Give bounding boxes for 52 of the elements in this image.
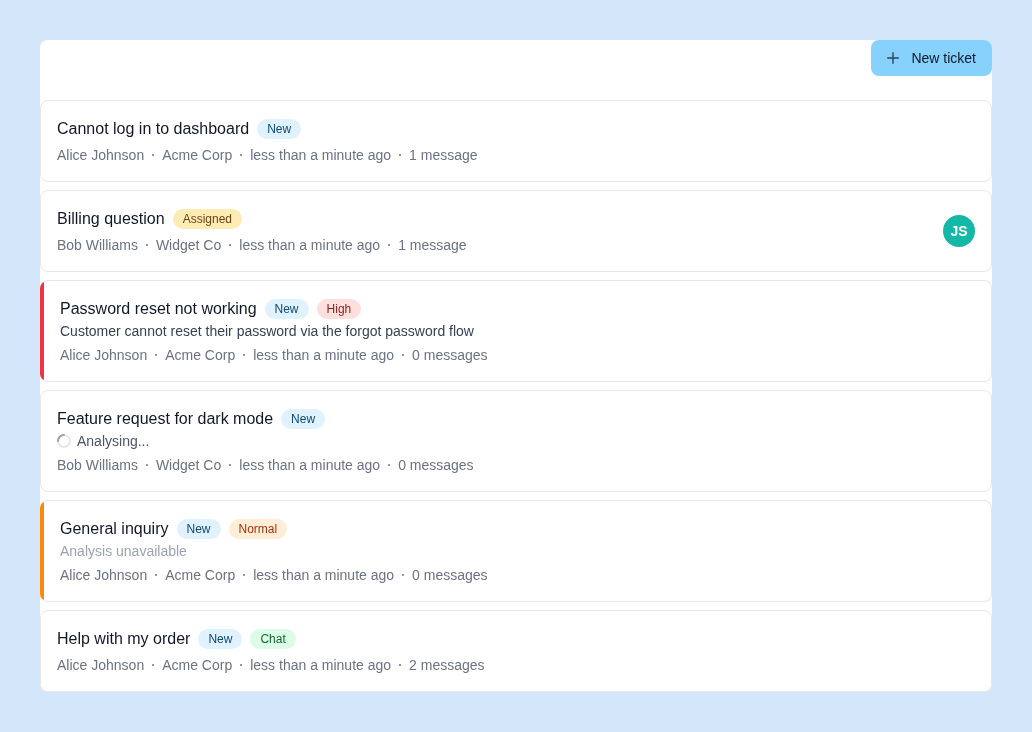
ticket-tag: Chat [250, 629, 296, 649]
customer-name: Bob Williams [57, 456, 138, 475]
ticket-title: General inquiry [60, 519, 169, 539]
ticket-card[interactable]: General inquiry New Normal Analysis unavailable Alice Johnson Acme Corp less than a minute ago 0 messages [40, 500, 992, 602]
ticket-title: Cannot log in to dashboard [57, 119, 250, 139]
company-name: Acme Corp [165, 566, 236, 585]
ticket-tag: Normal [228, 519, 288, 539]
ticket-tag: New [176, 519, 221, 539]
customer-name: Alice Johnson [60, 346, 148, 365]
message-count: 0 messages [412, 566, 488, 585]
ticket-time: less than a minute ago [239, 236, 381, 255]
ticket-title: Billing question [57, 209, 165, 229]
plus-icon [887, 52, 900, 64]
ticket-time: less than a minute ago [250, 146, 392, 165]
customer-name: Alice Johnson [57, 146, 145, 165]
ticket-tag: High [316, 299, 362, 319]
ticket-title: Password reset not working [60, 299, 257, 319]
ticket-title: Help with my order [57, 629, 191, 649]
company-name: Acme Corp [165, 346, 236, 365]
spinner-icon [57, 434, 71, 448]
customer-name: Alice Johnson [57, 656, 145, 675]
ticket-time: less than a minute ago [239, 456, 381, 475]
ticket-tag: New [281, 409, 326, 429]
message-count: 0 messages [412, 346, 488, 365]
message-count: 0 messages [398, 456, 474, 475]
ticket-time: less than a minute ago [253, 566, 395, 585]
assignee-avatar: JS [943, 215, 975, 247]
ticket-card[interactable]: Help with my order New Chat Alice Johnson Acme Corp less than a minute ago 2 messages [40, 610, 992, 692]
ticket-tag: New [264, 299, 309, 319]
ticket-description: Customer cannot reset their password via the forgot password flow [60, 322, 475, 341]
customer-name: Alice Johnson [60, 566, 148, 585]
ticket-card[interactable]: Billing question Assigned Bob Williams Widget Co less than a minute ago 1 message JS [40, 190, 992, 272]
message-count: 1 message [409, 146, 478, 165]
ticket-tag: New [257, 119, 302, 139]
analysing-status: Analysing... [77, 432, 150, 451]
ticket-tag: New [198, 629, 243, 649]
ticket-card[interactable]: Feature request for dark mode New Analysing... Bob Williams Widget Co less than a minute ago 0 messages [40, 390, 992, 492]
new-ticket-button[interactable]: New ticket [871, 40, 992, 76]
ticket-card[interactable]: Password reset not working New High Customer cannot reset their password via the forgot password flow Alice Johnson Acme Corp less than a minute ago 0 messages [40, 280, 992, 382]
analysis-status: Analysis unavailable [60, 542, 188, 561]
ticket-tag: Assigned [172, 209, 242, 229]
message-count: 2 messages [409, 656, 485, 675]
ticket-time: less than a minute ago [250, 656, 392, 675]
ticket-card[interactable]: Cannot log in to dashboard New Alice Johnson Acme Corp less than a minute ago 1 message [40, 100, 992, 182]
company-name: Acme Corp [162, 146, 233, 165]
company-name: Widget Co [155, 456, 222, 475]
ticket-time: less than a minute ago [253, 346, 395, 365]
company-name: Widget Co [155, 236, 222, 255]
ticket-title: Feature request for dark mode [57, 409, 274, 429]
message-count: 1 message [398, 236, 467, 255]
customer-name: Bob Williams [57, 236, 138, 255]
company-name: Acme Corp [162, 656, 233, 675]
